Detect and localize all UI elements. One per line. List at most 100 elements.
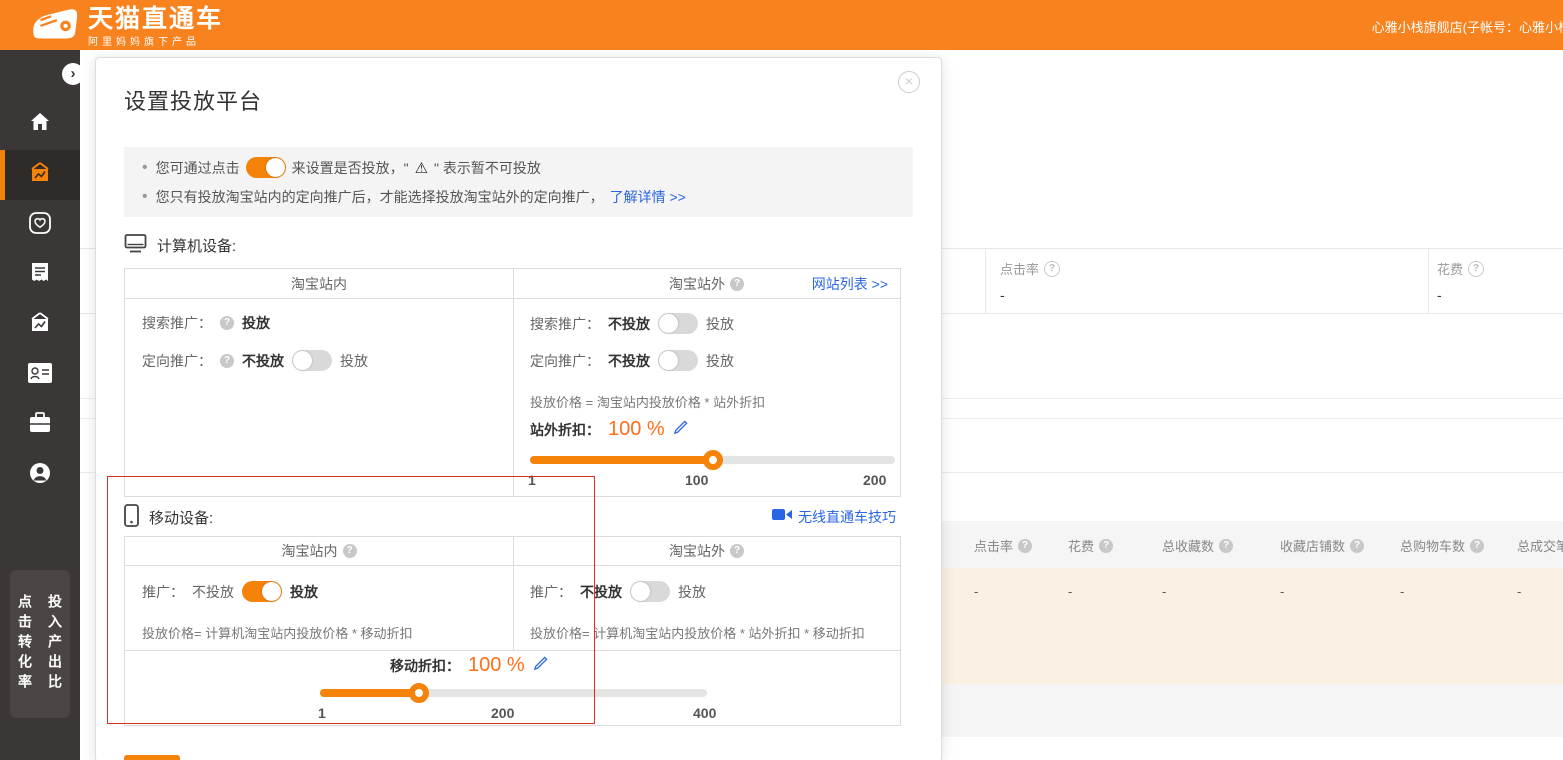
mobile-out-promo-toggle[interactable] [630, 581, 670, 602]
table-cell: - [1517, 584, 1521, 599]
row-label: 推广： [530, 582, 572, 602]
heart-icon [28, 211, 52, 240]
mobile-discount-slider[interactable] [320, 689, 707, 697]
brand-title: 天猫直通车 [88, 6, 223, 32]
sidebar-item-profile[interactable] [0, 450, 80, 500]
sidebar-item-reports[interactable] [0, 250, 80, 300]
report-table: 点击率? 花费? 总收藏数? 收藏店铺数? 总购物车数? 总成交笔 - - - … [940, 521, 1563, 740]
sidebar-item-campaign[interactable] [0, 150, 80, 200]
kpi-label-roi: 投入产出比 [45, 594, 65, 694]
col-header-taobao-in: 淘宝站内 [291, 274, 347, 294]
discount-value: 100 % [468, 654, 525, 677]
pc-out-search-toggle[interactable] [658, 313, 698, 334]
column-header[interactable]: 花费 [1068, 536, 1094, 555]
site-list-link[interactable]: 网站列表 >> [812, 274, 888, 294]
help-icon[interactable]: ? [1350, 539, 1364, 553]
stat-value: - [1000, 287, 1060, 303]
edit-pencil-icon[interactable] [673, 420, 688, 440]
wireless-tips-link[interactable]: 无线直通车技巧 [798, 507, 896, 527]
state-on: 投放 [678, 582, 706, 602]
price-formula: 投放价格 = 淘宝站内投放价格 * 站外折扣 [530, 392, 765, 411]
help-icon[interactable]: ? [1018, 539, 1032, 553]
train-logo-icon [28, 5, 80, 48]
column-header[interactable]: 点击率 [974, 536, 1013, 555]
state-on: 投放 [242, 313, 270, 333]
stat-value: - [1437, 287, 1484, 303]
help-icon[interactable]: ? [1099, 539, 1113, 553]
report-table-header: 点击率? 花费? 总收藏数? 收藏店铺数? 总购物车数? 总成交笔 [940, 521, 1563, 568]
column-header[interactable]: 总收藏数 [1162, 536, 1214, 555]
slider-handle[interactable] [703, 450, 723, 470]
sidebar-item-tools[interactable] [0, 400, 80, 450]
platform-settings-modal: × 设置投放平台 • 您可通过点击 来设置是否投放，" ⚠ " 表示暂不可投放 … [95, 57, 942, 760]
help-icon[interactable]: ? [1470, 539, 1484, 553]
column-header[interactable]: 总购物车数 [1400, 536, 1465, 555]
mobile-in-promo-toggle[interactable] [242, 581, 282, 602]
sidebar-item-creative[interactable] [0, 300, 80, 350]
sidebar-collapse-icon[interactable]: › [62, 63, 84, 85]
table-header-row: 淘宝站内 ? 淘宝站外 ? [125, 537, 900, 566]
help-icon[interactable]: ? [730, 277, 744, 291]
sidebar-nav: › [0, 50, 80, 760]
brand-subtitle: 阿里妈妈旗下产品 [88, 33, 223, 48]
help-icon[interactable]: ? [1468, 261, 1484, 277]
price-formula: 投放价格= 计算机淘宝站内投放价格 * 站外折扣 * 移动折扣 [530, 623, 865, 642]
table-row[interactable] [940, 568, 1563, 684]
offsite-discount-slider[interactable] [530, 456, 895, 464]
divider [1428, 249, 1429, 313]
table-cell: - [1068, 584, 1072, 599]
section-title: 计算机设备: [157, 235, 236, 256]
learn-more-link[interactable]: 了解详情 >> [610, 187, 686, 207]
save-button[interactable] [124, 755, 180, 760]
sidebar-item-home[interactable] [0, 99, 80, 149]
row-label: 定向推广： [142, 351, 212, 371]
discount-label: 移动折扣： [390, 656, 460, 676]
state-on: 投放 [340, 351, 368, 371]
wireless-tips[interactable]: 无线直通车技巧 [772, 507, 896, 527]
column-header[interactable]: 收藏店铺数 [1280, 536, 1345, 555]
col-header-taobao-out: 淘宝站外 [669, 274, 725, 294]
pc-in-target-toggle[interactable] [292, 350, 332, 371]
table-cell: - [1162, 584, 1166, 599]
edit-pencil-icon[interactable] [533, 656, 548, 676]
app-root: 点击率? - 花费? - 点击率? 花费? 总收藏数? 收藏店铺数? 总购物车数… [0, 0, 1563, 760]
sidebar-item-contacts[interactable] [0, 350, 80, 400]
pc-out-target-toggle[interactable] [658, 350, 698, 371]
kpi-side-panel[interactable]: 点击转化率 投入产出比 [10, 570, 70, 718]
stat-label: 点击率 [1000, 259, 1039, 278]
help-icon[interactable]: ? [1044, 261, 1060, 277]
column-header[interactable]: 总成交笔 [1517, 536, 1563, 555]
state-off: 不投放 [580, 582, 622, 602]
state-off: 不投放 [608, 351, 650, 371]
state-on: 投放 [706, 351, 734, 371]
help-icon[interactable]: ? [730, 544, 744, 558]
computer-platform-table: 淘宝站内 淘宝站外 ? 网站列表 >> 搜索推广： ? 投放 定向推广： ? 不… [124, 268, 901, 497]
modal-title: 设置投放平台 [124, 84, 262, 116]
help-icon[interactable]: ? [1219, 539, 1233, 553]
phone-icon [124, 504, 139, 531]
warning-icon: ⚠ [415, 159, 428, 177]
brand-logo[interactable]: 天猫直通车 阿里妈妈旗下产品 [28, 5, 223, 48]
row-label: 搜索推广： [530, 314, 600, 334]
briefcase-icon [28, 412, 52, 439]
state-on: 投放 [706, 314, 734, 334]
stat-label: 花费 [1437, 259, 1463, 278]
help-icon[interactable]: ? [220, 354, 234, 368]
help-icon[interactable]: ? [220, 316, 234, 330]
campaign-icon [27, 161, 53, 190]
account-name[interactable]: 心雅小栈旗舰店(子帐号：心雅小栈 [1372, 17, 1563, 36]
divider [125, 650, 900, 651]
note2-text: 您只有投放淘宝站内的定向推广后，才能选择投放淘宝站外的定向推广， [156, 187, 604, 207]
computer-section-header: 计算机设备: [124, 234, 236, 257]
slider-handle[interactable] [409, 683, 429, 703]
note1-pre: 您可通过点击 [156, 158, 240, 178]
help-icon[interactable]: ? [343, 544, 357, 558]
close-icon[interactable]: × [898, 71, 920, 93]
note1-mid: 来设置是否投放，" [292, 158, 409, 178]
note1-post: " 表示暂不可投放 [434, 158, 541, 178]
price-formula: 投放价格= 计算机淘宝站内投放价格 * 移动折扣 [142, 623, 413, 642]
table-cell: - [974, 584, 978, 599]
row-label: 推广： [142, 582, 184, 602]
table-row[interactable] [940, 684, 1563, 737]
sidebar-item-favorites[interactable] [0, 200, 80, 250]
